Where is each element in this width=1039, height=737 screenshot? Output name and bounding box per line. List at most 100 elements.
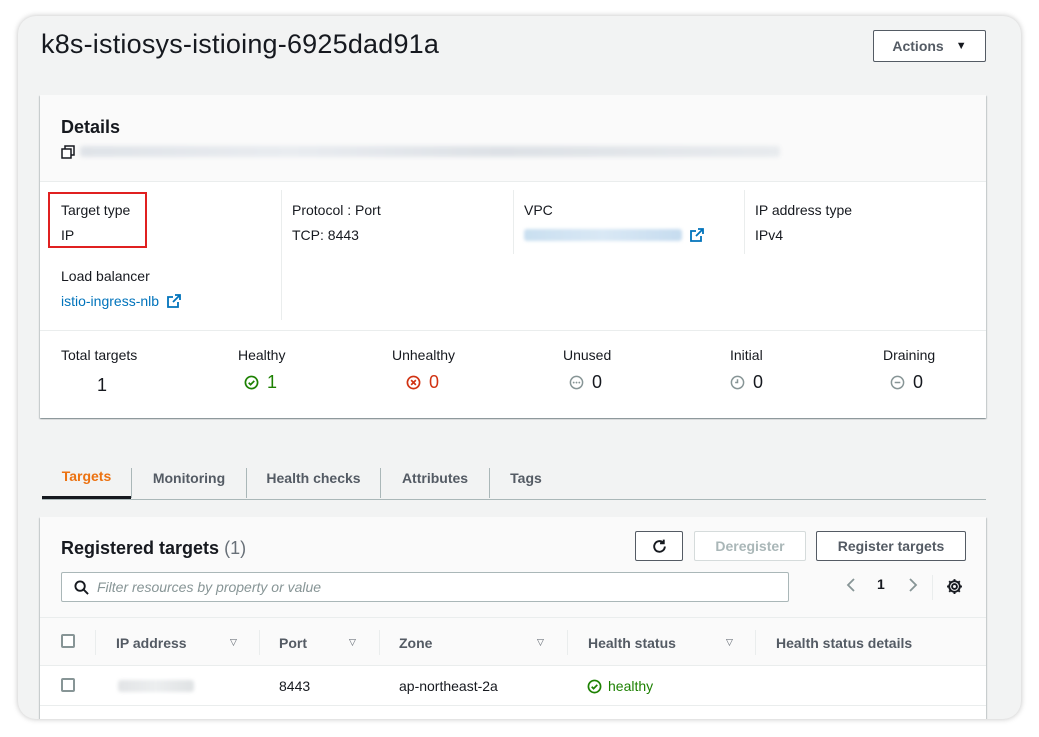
vpc-link-redacted[interactable] [524, 229, 682, 241]
column-zone[interactable]: Zone [399, 618, 432, 667]
page-number[interactable]: 1 [877, 576, 885, 592]
gear-icon[interactable] [946, 578, 963, 595]
check-circle-icon [244, 375, 259, 390]
sort-caret-icon[interactable]: ▽ [349, 637, 356, 648]
table-header: IP address ▽ Port ▽ Zone ▽ Health status… [40, 617, 986, 666]
cell-health-status: healthy [587, 666, 653, 706]
target-type-label: Target type [61, 202, 131, 218]
chevron-right-icon[interactable] [908, 577, 918, 593]
stat-initial-label: Initial [730, 347, 763, 363]
protocol-value: TCP: 8443 [292, 227, 359, 243]
column-health-status-details[interactable]: Health status details [776, 618, 912, 667]
column-divider [379, 630, 380, 655]
target-type-field: Target type IP [61, 202, 130, 243]
column-health-status[interactable]: Health status [588, 618, 676, 667]
external-link-icon[interactable] [689, 228, 704, 242]
column-divider [513, 190, 514, 254]
vpc-value-row [524, 227, 704, 243]
registered-targets-panel: Registered targets (1) Deregister Regist… [40, 517, 986, 719]
stat-unused-row: 0 [563, 372, 611, 393]
stat-total-value: 1 [97, 375, 108, 395]
column-ip-address[interactable]: IP address [116, 618, 187, 667]
details-header: Details [40, 95, 986, 182]
arn-redacted [80, 146, 780, 157]
stat-unhealthy: Unhealthy 0 [392, 347, 455, 393]
ip-type-value: IPv4 [755, 227, 784, 243]
stat-unhealthy-label: Unhealthy [392, 347, 456, 363]
filter-input[interactable] [97, 579, 737, 595]
stat-draining-label: Draining [883, 347, 936, 363]
protocol-field: Protocol : Port TCP: 8443 [292, 202, 381, 243]
ellipsis-circle-icon [569, 375, 584, 390]
column-divider [259, 630, 260, 655]
stat-healthy-label: Healthy [238, 347, 286, 363]
details-title: Details [61, 117, 121, 137]
register-targets-button[interactable]: Register targets [816, 531, 966, 561]
stat-initial-row: 0 [730, 372, 763, 393]
pager-divider [932, 575, 933, 600]
registered-targets-count: (1) [224, 538, 247, 558]
refresh-button[interactable] [635, 531, 683, 561]
page-title: k8s-istiosys-istioing-6925dad91a [41, 29, 440, 59]
column-divider [95, 630, 96, 655]
column-divider [755, 630, 756, 655]
stat-unhealthy-value[interactable]: 0 [429, 372, 439, 393]
stat-draining-row: 0 [883, 372, 935, 393]
sort-caret-icon[interactable]: ▽ [537, 637, 544, 648]
minus-circle-icon [890, 375, 905, 390]
column-divider [744, 190, 745, 254]
actions-label: Actions [892, 38, 944, 54]
stat-draining: Draining 0 [883, 347, 935, 393]
deregister-button[interactable]: Deregister [694, 531, 806, 561]
stat-draining-value[interactable]: 0 [913, 372, 923, 393]
stat-healthy-value[interactable]: 1 [267, 372, 277, 393]
ip-redacted [118, 680, 194, 692]
x-circle-icon [406, 375, 421, 390]
ip-type-label: IP address type [755, 202, 853, 218]
load-balancer-link[interactable]: istio-ingress-nlb [61, 293, 159, 309]
tab-bar: Targets Monitoring Health checks Attribu… [42, 456, 986, 500]
sort-caret-icon[interactable]: ▽ [230, 637, 237, 648]
external-link-icon[interactable] [167, 294, 181, 308]
details-panel: Details Target type IP Load balancer ist… [40, 95, 986, 418]
tab-health-checks[interactable]: Health checks [247, 456, 380, 499]
app-window: k8s-istiosys-istioing-6925dad91a Actions… [18, 16, 1021, 719]
cell-zone: ap-northeast-2a [399, 678, 498, 694]
tab-tags[interactable]: Tags [490, 456, 562, 499]
refresh-icon [652, 539, 666, 553]
tab-monitoring[interactable]: Monitoring [132, 456, 246, 499]
cell-port: 8443 [279, 678, 311, 694]
chevron-left-icon[interactable] [846, 577, 856, 593]
stat-total: Total targets 1 [61, 347, 137, 396]
load-balancer-value-row: istio-ingress-nlb [61, 293, 181, 309]
table-row[interactable]: 8443 ap-northeast-2a healthy [40, 666, 986, 706]
copy-icon[interactable] [61, 145, 75, 159]
stat-unhealthy-row: 0 [392, 372, 455, 393]
vpc-field: VPC [524, 202, 704, 243]
tab-targets[interactable]: Targets [42, 456, 131, 499]
tab-attributes[interactable]: Attributes [381, 456, 489, 499]
registered-targets-title: Registered targets (1) [61, 538, 246, 559]
column-divider [281, 190, 282, 320]
load-balancer-field: Load balancer istio-ingress-nlb [61, 268, 181, 309]
clock-icon [730, 375, 745, 390]
stat-initial-value[interactable]: 0 [753, 372, 763, 393]
caret-down-icon: ▼ [955, 40, 967, 52]
stat-healthy-row: 1 [238, 372, 285, 393]
filter-search [61, 572, 789, 602]
stat-unused-value[interactable]: 0 [592, 372, 602, 393]
target-stats: Total targets 1 Healthy 1 Unhealthy 0 Un… [40, 330, 986, 418]
ip-type-field: IP address type IPv4 [755, 202, 852, 243]
stat-total-label: Total targets [61, 347, 138, 363]
actions-button[interactable]: Actions ▼ [873, 30, 986, 62]
sort-caret-icon[interactable]: ▽ [726, 637, 733, 648]
row-checkbox[interactable] [61, 678, 75, 692]
select-all-checkbox[interactable] [61, 634, 75, 648]
vpc-label: VPC [524, 202, 553, 218]
stat-initial: Initial 0 [730, 347, 763, 393]
protocol-label: Protocol : Port [292, 202, 381, 218]
column-divider [567, 630, 568, 655]
stat-unused-label: Unused [563, 347, 612, 363]
registered-targets-title-text: Registered targets [61, 538, 220, 558]
column-port[interactable]: Port [279, 618, 307, 667]
